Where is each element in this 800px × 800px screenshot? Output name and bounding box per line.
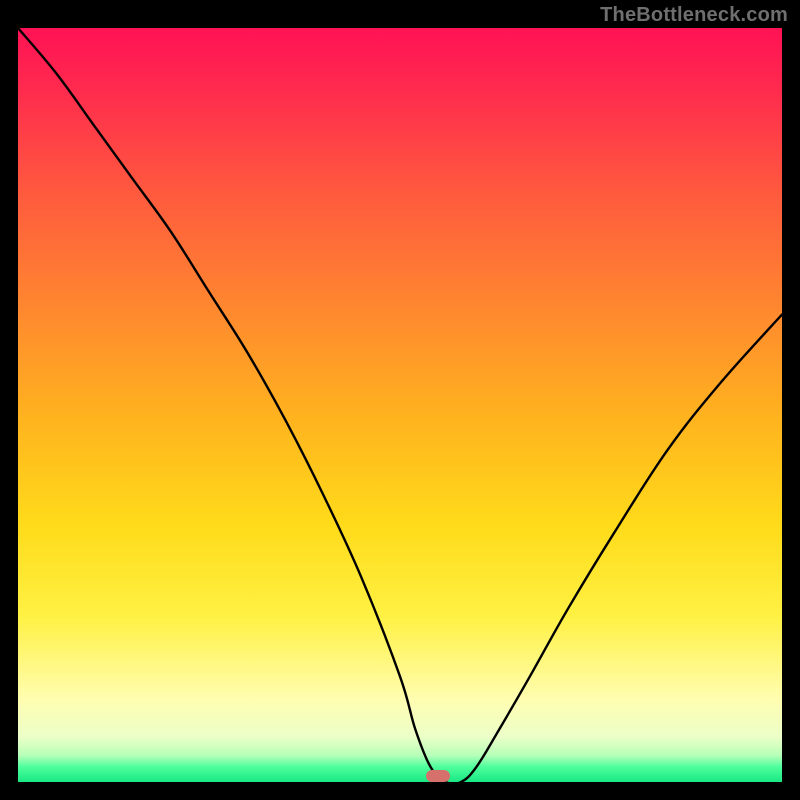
plot-area [18, 28, 782, 782]
bottleneck-curve [18, 28, 782, 782]
chart-frame: TheBottleneck.com [0, 0, 800, 800]
attribution-label: TheBottleneck.com [600, 4, 788, 27]
minimum-marker [426, 770, 450, 782]
curve-layer [18, 28, 782, 782]
